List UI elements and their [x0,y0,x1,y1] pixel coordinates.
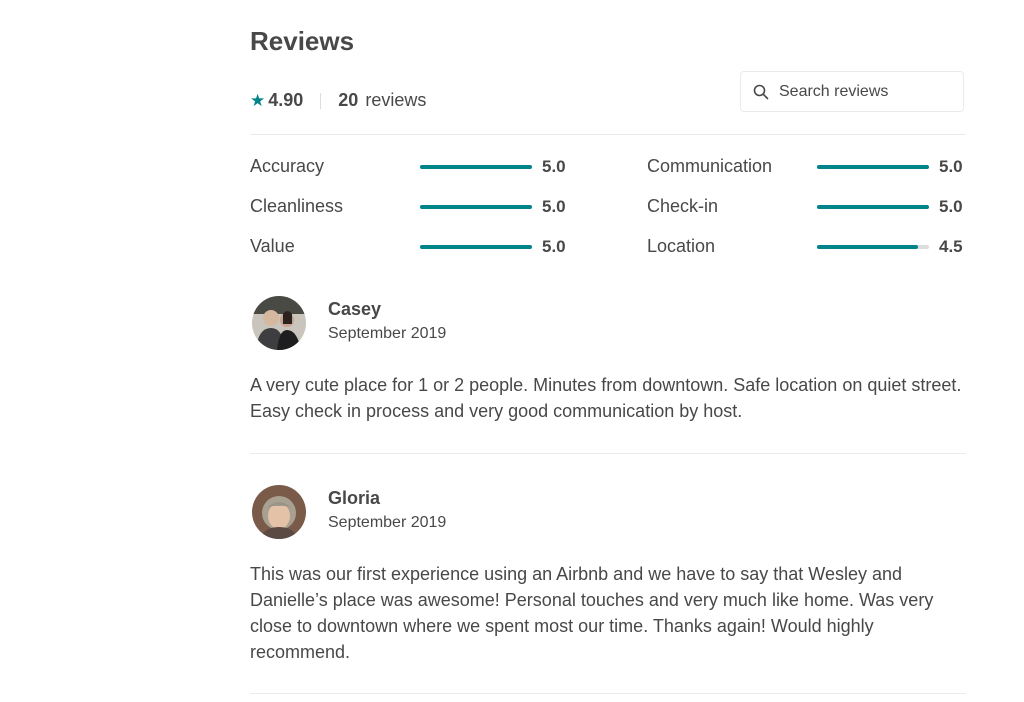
user-photo-woman-icon [252,485,306,539]
rating-bar-fill [817,204,929,209]
category-score: 5.0 [542,156,566,176]
category-label: Communication [647,156,773,176]
review-text: A very cute place for 1 or 2 people. Min… [250,375,962,421]
search-reviews-box[interactable] [740,71,964,112]
review-count: 20 [338,90,359,110]
rating-bar-fill [420,164,532,169]
category-score: 5.0 [939,196,963,216]
user-photo-couple-icon [252,296,306,350]
review-date: September 2019 [328,325,447,342]
category-value: Value 5.0 [250,236,566,257]
category-label: Cleanliness [250,196,344,216]
rating-bar-fill [420,204,532,209]
rating-bar [817,204,929,209]
category-label: Check-in [647,196,719,216]
rating-bar-fill [420,244,532,249]
reviewer-name[interactable]: Gloria [328,488,380,509]
category-score: 5.0 [542,236,566,256]
overall-rating: 4.90 [268,90,304,110]
star-icon: ★ [250,90,266,110]
category-score: 4.5 [939,236,963,256]
category-score: 5.0 [939,156,963,176]
category-communication: Communication 5.0 [647,156,963,177]
rating-bar-fill [817,244,918,249]
review-count-label: reviews [365,90,427,110]
reviewer-avatar[interactable] [252,485,306,539]
reviewer-name[interactable]: Casey [328,299,381,320]
rating-bar [817,244,929,249]
rating-summary: ★ 4.90 20 reviews [250,90,426,111]
divider [250,693,966,694]
search-icon [753,84,769,99]
divider [250,134,966,135]
summary-separator [320,92,322,109]
category-accuracy: Accuracy 5.0 [250,156,566,177]
rating-bar-fill [817,164,929,169]
category-check-in: Check-in 5.0 [647,196,963,217]
rating-bar [420,164,532,169]
search-reviews-input[interactable] [777,81,951,102]
rating-bar [420,204,532,209]
reviews-title: Reviews [250,26,355,56]
reviewer-avatar[interactable] [252,296,306,350]
review-date: September 2019 [328,514,447,531]
rating-bar [817,164,929,169]
category-location: Location 4.5 [647,236,963,257]
category-label: Value [250,236,295,256]
category-cleanliness: Cleanliness 5.0 [250,196,566,217]
category-label: Location [647,236,716,256]
rating-bar [420,244,532,249]
category-score: 5.0 [542,196,566,216]
category-label: Accuracy [250,156,325,176]
divider [250,453,966,454]
review-text: This was our first experience using an A… [250,564,934,662]
